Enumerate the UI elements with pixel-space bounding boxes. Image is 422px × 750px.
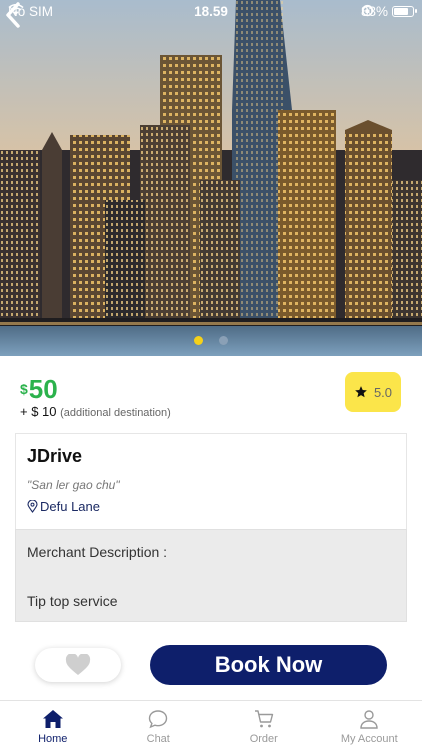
status-bar: No SIM 18.59 83%	[0, 0, 422, 24]
tab-my-account-label: My Account	[340, 733, 398, 745]
additional-destination-fee: + $ 10 (additional destination)	[20, 404, 171, 419]
user-icon	[360, 710, 378, 729]
location-label: Defu Lane	[40, 499, 100, 514]
pagination-dot-active[interactable]	[194, 336, 203, 345]
cart-icon	[254, 710, 273, 728]
back-arrow-icon[interactable]	[0, 0, 28, 30]
status-right: 83%	[361, 4, 417, 19]
tab-my-account[interactable]: My Account	[317, 701, 422, 750]
extra-fee-amount: + $ 10	[20, 404, 57, 419]
description-body: Tip top service	[27, 593, 118, 609]
favorite-button[interactable]	[35, 648, 121, 682]
status-time: 18.59	[194, 4, 228, 19]
battery-icon	[392, 6, 417, 17]
price-amount: 50	[28, 374, 58, 404]
hero-image[interactable]: No SIM 18.59 83%	[0, 0, 422, 356]
book-now-button[interactable]: Book Now	[150, 645, 387, 685]
tab-chat-label: Chat	[146, 733, 170, 745]
tab-home-label: Home	[38, 733, 68, 745]
battery-fill	[394, 8, 409, 15]
rating-badge: 5.0	[345, 372, 401, 412]
merchant-card: JDrive "San ler gao chu" Defu Lane	[15, 433, 407, 529]
merchant-description: Merchant Description : Tip top service	[15, 529, 407, 622]
star-icon	[355, 386, 367, 398]
heart-icon	[65, 654, 91, 675]
bottom-tab-bar: Home Chat Order My Account	[0, 700, 422, 750]
city-skyline-illustration	[0, 0, 422, 356]
merchant-tagline: "San ler gao chu"	[27, 478, 120, 492]
chat-icon	[149, 710, 168, 729]
merchant-location[interactable]: Defu Lane	[27, 499, 100, 514]
price-display: $ 50	[20, 374, 58, 405]
alarm-icon	[362, 5, 373, 17]
pagination-dot[interactable]	[219, 336, 228, 345]
currency-symbol: $	[20, 381, 28, 397]
merchant-name: JDrive	[27, 446, 83, 466]
rating-value: 5.0	[373, 384, 393, 400]
home-icon	[42, 710, 63, 728]
gallery-pagination	[0, 336, 422, 345]
tab-chat[interactable]: Chat	[106, 701, 212, 750]
tab-order-label: Order	[249, 733, 278, 745]
tab-home[interactable]: Home	[0, 701, 106, 750]
extra-fee-note: (additional destination)	[60, 407, 171, 419]
tab-order[interactable]: Order	[211, 701, 317, 750]
location-pin-icon	[27, 500, 38, 513]
description-title: Merchant Description :	[27, 544, 168, 560]
